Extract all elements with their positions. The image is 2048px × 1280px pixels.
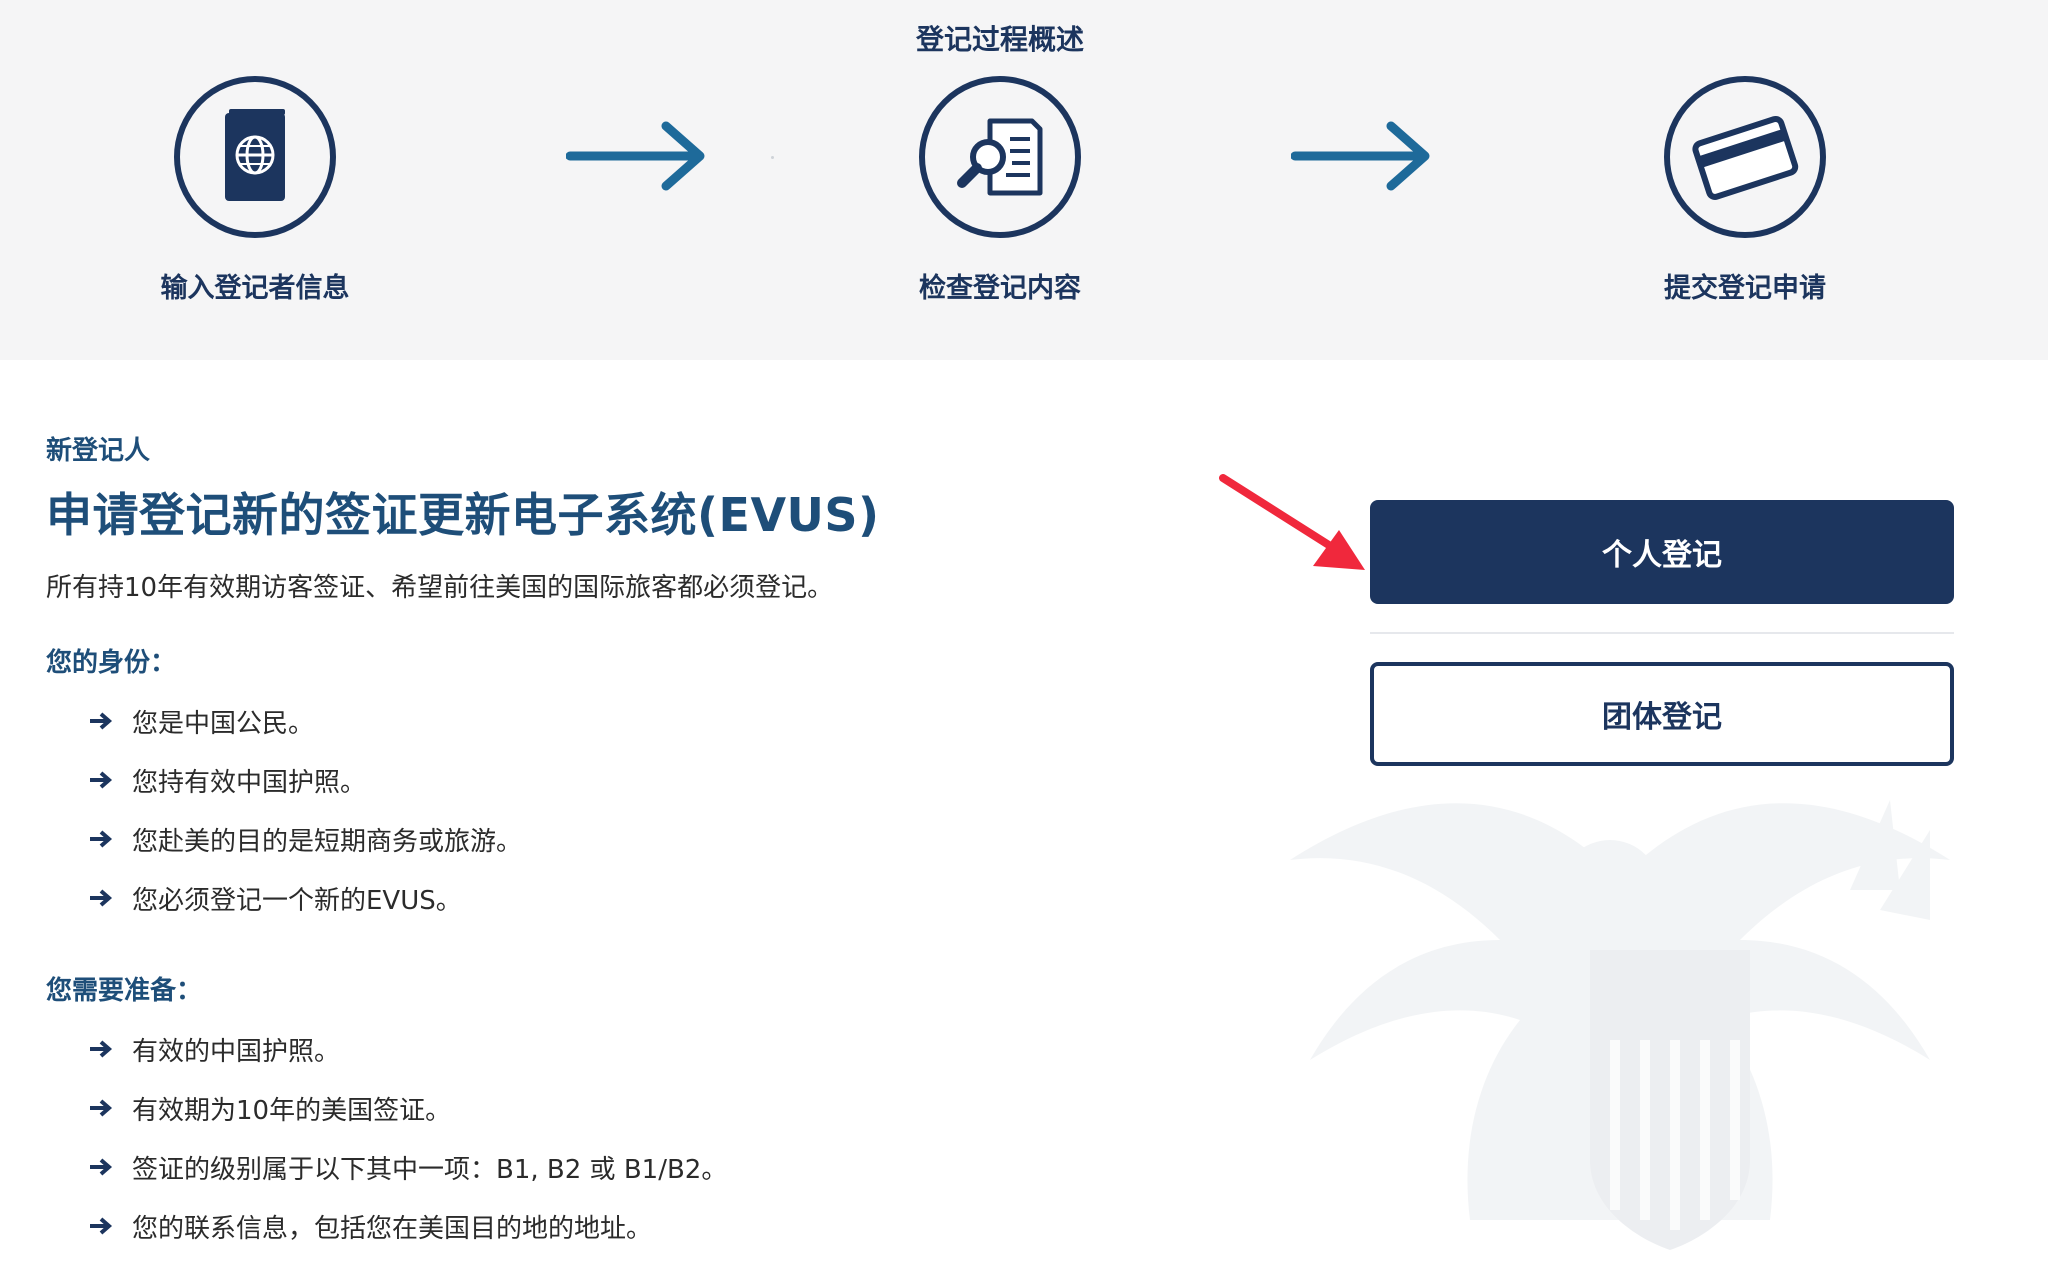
list-item: 签证的级别属于以下其中一项：B1, B2 或 B1/B2。 [88,1147,1146,1187]
arrow-right-icon [90,771,113,789]
list-item: 您赴美的目的是短期商务或旅游。 [88,819,1146,859]
list-item-text: 您必须登记一个新的EVUS。 [132,885,462,916]
arrow-right-icon [90,1158,113,1176]
list-item: 有效的中国护照。 [88,1029,1146,1069]
list-item: 您的联系信息，包括您在美国目的地的地址。 [88,1206,1146,1246]
list-item-text: 您是中国公民。 [132,708,315,739]
list-item-text: 有效期为10年的美国签证。 [132,1095,452,1126]
section-eyebrow: 新登记人 [46,436,151,466]
step-circle [174,76,336,238]
arrow-right-icon [90,889,113,907]
list-item: 您持有效中国护照。 [88,760,1146,800]
eagle-seal-watermark [1290,800,1950,1250]
credit-card-icon [1692,115,1799,200]
list-item: 您必须登记一个新的EVUS。 [88,878,1146,918]
arrow-right-icon [90,1040,113,1058]
document-search-icon [957,118,1043,196]
arrow-right-icon [90,830,113,848]
list-item-text: 您的联系信息，包括您在美国目的地的地址。 [132,1213,653,1244]
step-review: 检查登记内容 [840,76,1160,305]
page-headline: 申请登记新的签证更新电子系统(EVUS) [46,488,880,542]
step-label: 检查登记内容 [919,273,1081,304]
list-item-text: 有效的中国护照。 [132,1036,341,1067]
passport-icon [225,109,285,201]
arrow-right-icon [90,712,113,730]
process-overview: 登记过程概述 输入登记者信息 检查登记内容 提交登记申请 [0,0,2048,360]
process-title: 登记过程概述 [915,23,1084,56]
step-label: 输入登记者信息 [160,273,350,304]
arrow-right-icon [90,1099,113,1117]
list-item-text: 您赴美的目的是短期商务或旅游。 [132,826,523,857]
flow-arrow-icon [566,121,705,191]
divider-dot [771,156,774,159]
identity-title: 您的身份： [46,648,177,678]
individual-registration-button[interactable]: 个人登记 [1370,500,1954,604]
flow-arrow-icon [1291,121,1430,191]
lead-text: 所有持10年有效期访客签证、希望前往美国的国际旅客都必须登记。 [46,573,834,603]
list-item-text: 签证的级别属于以下其中一项：B1, B2 或 B1/B2。 [132,1154,728,1185]
prepare-list: 有效的中国护照。 有效期为10年的美国签证。 签证的级别属于以下其中一项：B1,… [46,1029,1146,1246]
step-circle [919,76,1081,238]
annotation-arrow-icon [1219,474,1365,570]
list-item-text: 您持有效中国护照。 [132,767,367,798]
step-label: 提交登记申请 [1664,273,1826,304]
step-circle [1664,76,1826,238]
new-registrant-section: 新登记人 申请登记新的签证更新电子系统(EVUS) 所有持10年有效期访客签证、… [46,430,1146,1265]
button-divider [1370,632,1954,634]
prepare-title: 您需要准备： [46,976,203,1006]
list-item: 有效期为10年的美国签证。 [88,1088,1146,1128]
group-registration-button[interactable]: 团体登记 [1370,662,1954,766]
arrow-right-icon [90,1217,113,1235]
identity-list: 您是中国公民。 您持有效中国护照。 您赴美的目的是短期商务或旅游。 您必须登记一… [46,701,1146,918]
step-enter-info: 输入登记者信息 [95,76,415,305]
step-submit: 提交登记申请 [1585,76,1905,305]
list-item: 您是中国公民。 [88,701,1146,741]
